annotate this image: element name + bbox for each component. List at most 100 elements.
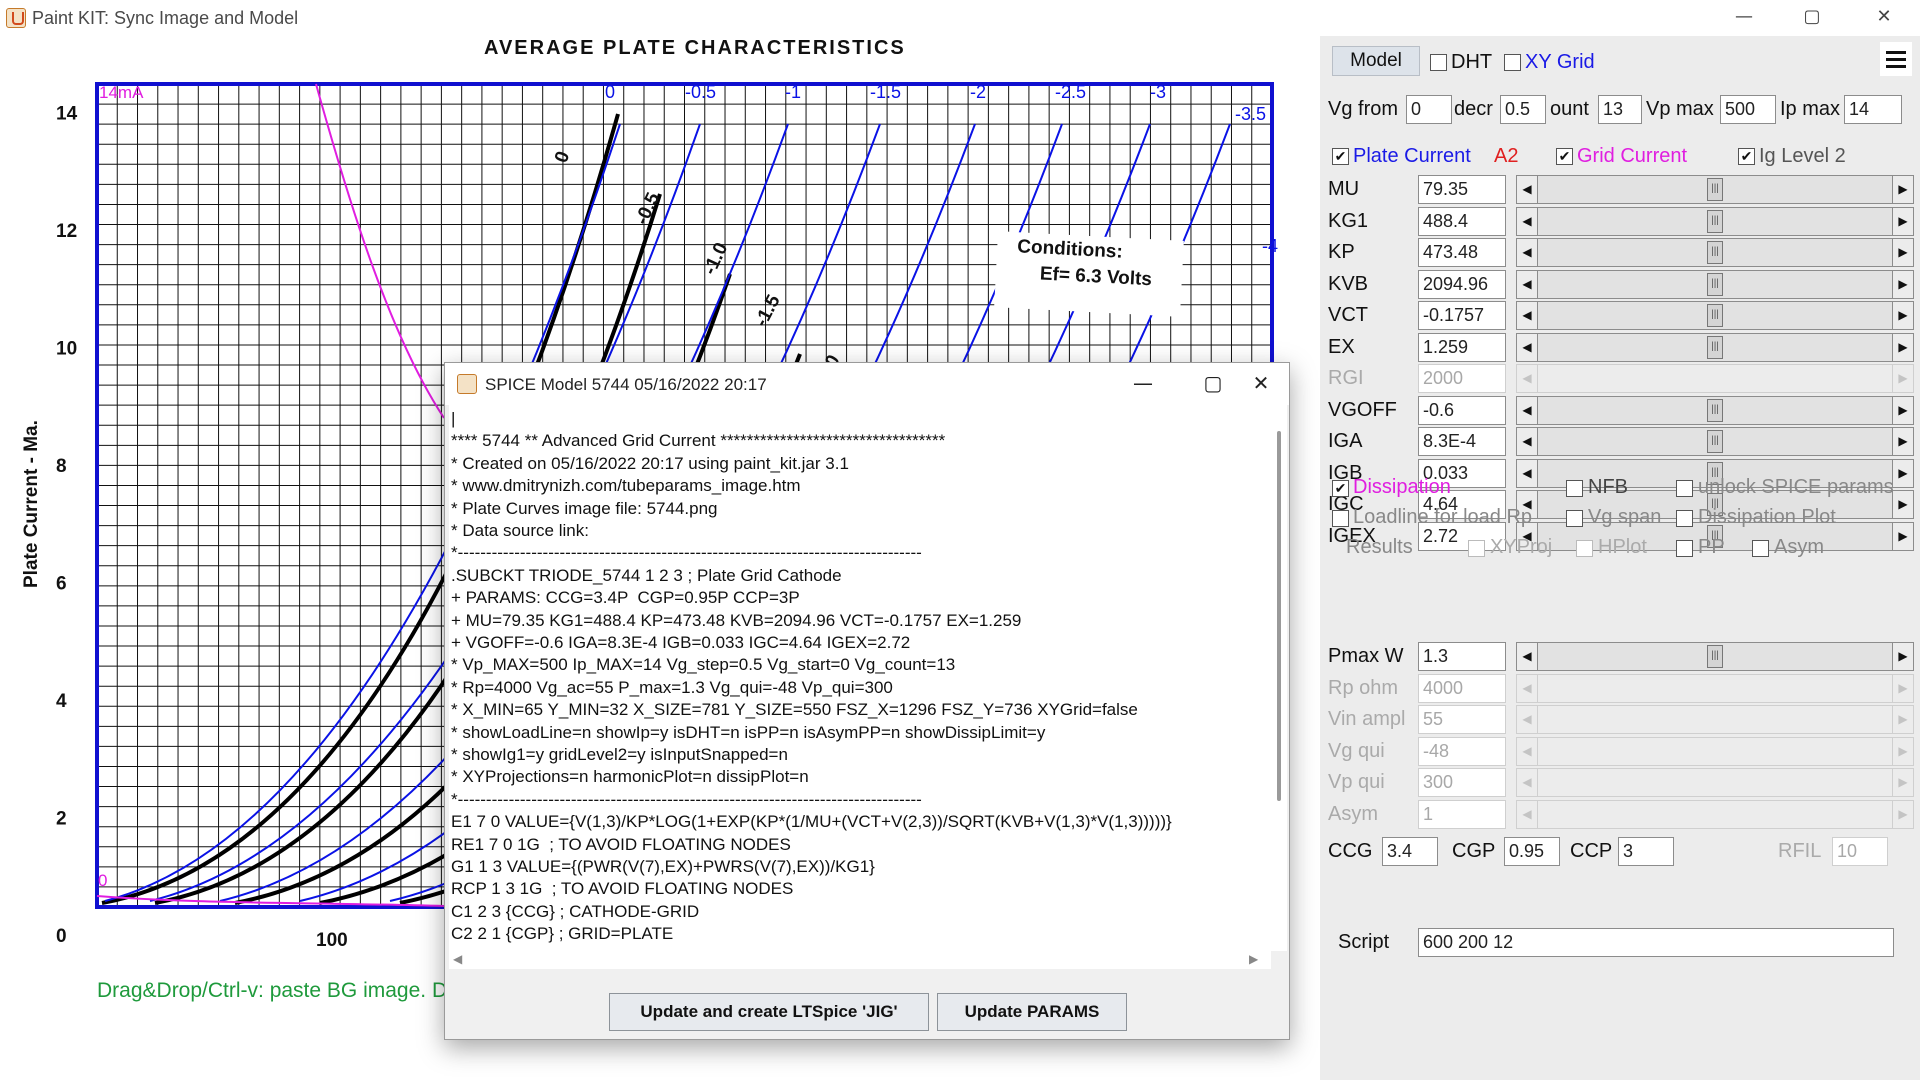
param-slider-vgoff[interactable]: ◀ ||| ▶: [1516, 395, 1914, 425]
slider-left-arrow-icon[interactable]: ◀: [1516, 332, 1538, 362]
dissipation-plot-checkbox[interactable]: [1676, 510, 1693, 527]
slider-thumb[interactable]: |||: [1707, 178, 1723, 201]
rfil-field[interactable]: 10: [1832, 837, 1888, 866]
slider-track[interactable]: |||: [1538, 673, 1892, 703]
slider-left-arrow-icon[interactable]: ◀: [1516, 736, 1538, 766]
param-slider-kp[interactable]: ◀ ||| ▶: [1516, 238, 1914, 267]
minimize-button[interactable]: —: [1716, 0, 1772, 36]
slider-track[interactable]: |||: [1538, 206, 1892, 236]
param-slider-kvb[interactable]: ◀ ||| ▶: [1516, 269, 1914, 299]
scroll-right-icon[interactable]: ▶: [1249, 952, 1258, 966]
slider-right-arrow-icon[interactable]: ▶: [1892, 799, 1914, 829]
slider-track[interactable]: |||: [1538, 799, 1892, 829]
script-field[interactable]: 600 200 12: [1418, 928, 1894, 957]
slider-right-arrow-icon[interactable]: ▶: [1892, 238, 1914, 267]
slider-left-arrow-icon[interactable]: ◀: [1516, 705, 1538, 734]
param-field-rgi[interactable]: 2000: [1418, 364, 1506, 393]
update-create-ltspice-button[interactable]: Update and create LTSpice 'JIG': [609, 993, 929, 1031]
horizontal-scrollbar[interactable]: ◀ ▶: [449, 951, 1271, 969]
slider-right-arrow-icon[interactable]: ▶: [1892, 521, 1914, 551]
asym-checkbox[interactable]: [1752, 540, 1769, 557]
slider-right-arrow-icon[interactable]: ▶: [1892, 395, 1914, 425]
decr-field[interactable]: 0.5: [1500, 95, 1546, 124]
slider-track[interactable]: |||: [1538, 642, 1892, 671]
slider-left-arrow-icon[interactable]: ◀: [1516, 427, 1538, 456]
model-button[interactable]: Model: [1332, 46, 1420, 76]
slider-track[interactable]: |||: [1538, 736, 1892, 766]
param-slider-pmax-w[interactable]: ◀ ||| ▶: [1516, 642, 1914, 671]
slider-thumb[interactable]: |||: [1707, 335, 1723, 359]
slider-left-arrow-icon[interactable]: ◀: [1516, 269, 1538, 299]
slider-left-arrow-icon[interactable]: ◀: [1516, 673, 1538, 703]
slider-right-arrow-icon[interactable]: ▶: [1892, 175, 1914, 204]
slider-right-arrow-icon[interactable]: ▶: [1892, 206, 1914, 236]
dialog-close-button[interactable]: ✕: [1233, 363, 1289, 405]
slider-left-arrow-icon[interactable]: ◀: [1516, 395, 1538, 425]
slider-track[interactable]: |||: [1538, 768, 1892, 797]
slider-track[interactable]: |||: [1538, 269, 1892, 299]
param-field-vin-ampl[interactable]: 55: [1418, 705, 1506, 734]
param-field-asym[interactable]: 1: [1418, 799, 1506, 829]
param-field-rp-ohm[interactable]: 4000: [1418, 673, 1506, 703]
spice-model-textarea[interactable]: | **** 5744 ** Advanced Grid Current ****…: [449, 405, 1271, 951]
grid-current-checkbox[interactable]: ✔: [1556, 148, 1573, 165]
param-slider-vp-qui[interactable]: ◀|||▶: [1516, 768, 1914, 797]
vertical-scrollbar[interactable]: [1271, 405, 1287, 951]
slider-thumb[interactable]: |||: [1707, 645, 1723, 668]
slider-thumb[interactable]: |||: [1707, 398, 1723, 422]
param-field-vgoff[interactable]: -0.6: [1418, 395, 1506, 425]
unlock-spice-checkbox[interactable]: [1676, 480, 1693, 497]
dialog-titlebar[interactable]: SPICE Model 5744 05/16/2022 20:17 — ▢ ✕: [445, 363, 1289, 405]
slider-right-arrow-icon[interactable]: ▶: [1892, 332, 1914, 362]
vg-span-checkbox[interactable]: [1566, 510, 1583, 527]
slider-thumb[interactable]: |||: [1707, 304, 1723, 327]
cgp-field[interactable]: 0.95: [1504, 837, 1560, 866]
param-field-iga[interactable]: 8.3E-4: [1418, 427, 1506, 456]
slider-right-arrow-icon[interactable]: ▶: [1892, 269, 1914, 299]
slider-left-arrow-icon[interactable]: ◀: [1516, 458, 1538, 488]
param-slider-rp-ohm[interactable]: ◀|||▶: [1516, 673, 1914, 703]
plate-current-checkbox[interactable]: ✔: [1332, 148, 1349, 165]
param-field-kp[interactable]: 473.48: [1418, 238, 1506, 267]
param-field-kvb[interactable]: 2094.96: [1418, 269, 1506, 299]
slider-right-arrow-icon[interactable]: ▶: [1892, 490, 1914, 519]
dissipation-checkbox[interactable]: ✔: [1332, 480, 1349, 497]
param-field-mu[interactable]: 79.35: [1418, 175, 1506, 204]
scroll-thumb[interactable]: [1277, 431, 1281, 801]
param-slider-asym[interactable]: ◀|||▶: [1516, 799, 1914, 829]
slider-thumb[interactable]: |||: [1707, 430, 1723, 453]
slider-left-arrow-icon[interactable]: ◀: [1516, 768, 1538, 797]
ig-level2-checkbox[interactable]: ✔: [1738, 148, 1755, 165]
count-field[interactable]: 13: [1598, 95, 1642, 124]
slider-right-arrow-icon[interactable]: ▶: [1892, 736, 1914, 766]
scroll-left-icon[interactable]: ◀: [453, 952, 462, 966]
param-field-vg-qui[interactable]: -48: [1418, 736, 1506, 766]
slider-track[interactable]: |||: [1538, 238, 1892, 267]
param-slider-rgi[interactable]: ◀|||▶: [1516, 364, 1914, 393]
close-button[interactable]: ✕: [1856, 0, 1912, 36]
slider-track[interactable]: |||: [1538, 301, 1892, 330]
param-field-vct[interactable]: -0.1757: [1418, 301, 1506, 330]
slider-left-arrow-icon[interactable]: ◀: [1516, 206, 1538, 236]
maximize-button[interactable]: ▢: [1784, 0, 1840, 36]
param-slider-vg-qui[interactable]: ◀|||▶: [1516, 736, 1914, 766]
dht-checkbox[interactable]: [1430, 54, 1447, 71]
param-slider-mu[interactable]: ◀ ||| ▶: [1516, 175, 1914, 204]
slider-left-arrow-icon[interactable]: ◀: [1516, 301, 1538, 330]
xyproj-checkbox[interactable]: [1468, 540, 1485, 557]
hamburger-menu-icon[interactable]: [1880, 42, 1912, 76]
param-field-vp-qui[interactable]: 300: [1418, 768, 1506, 797]
loadline-checkbox[interactable]: [1332, 510, 1349, 527]
slider-left-arrow-icon[interactable]: ◀: [1516, 642, 1538, 671]
param-field-pmax-w[interactable]: 1.3: [1418, 642, 1506, 671]
ccg-field[interactable]: 3.4: [1382, 837, 1438, 866]
ip-max-field[interactable]: 14: [1844, 95, 1902, 124]
vp-max-field[interactable]: 500: [1720, 95, 1776, 124]
param-field-kg1[interactable]: 488.4: [1418, 206, 1506, 236]
slider-track[interactable]: |||: [1538, 395, 1892, 425]
param-slider-iga[interactable]: ◀ ||| ▶: [1516, 427, 1914, 456]
slider-track[interactable]: |||: [1538, 364, 1892, 393]
param-slider-vin-ampl[interactable]: ◀|||▶: [1516, 705, 1914, 734]
dialog-minimize-button[interactable]: —: [1115, 363, 1171, 405]
slider-right-arrow-icon[interactable]: ▶: [1892, 642, 1914, 671]
